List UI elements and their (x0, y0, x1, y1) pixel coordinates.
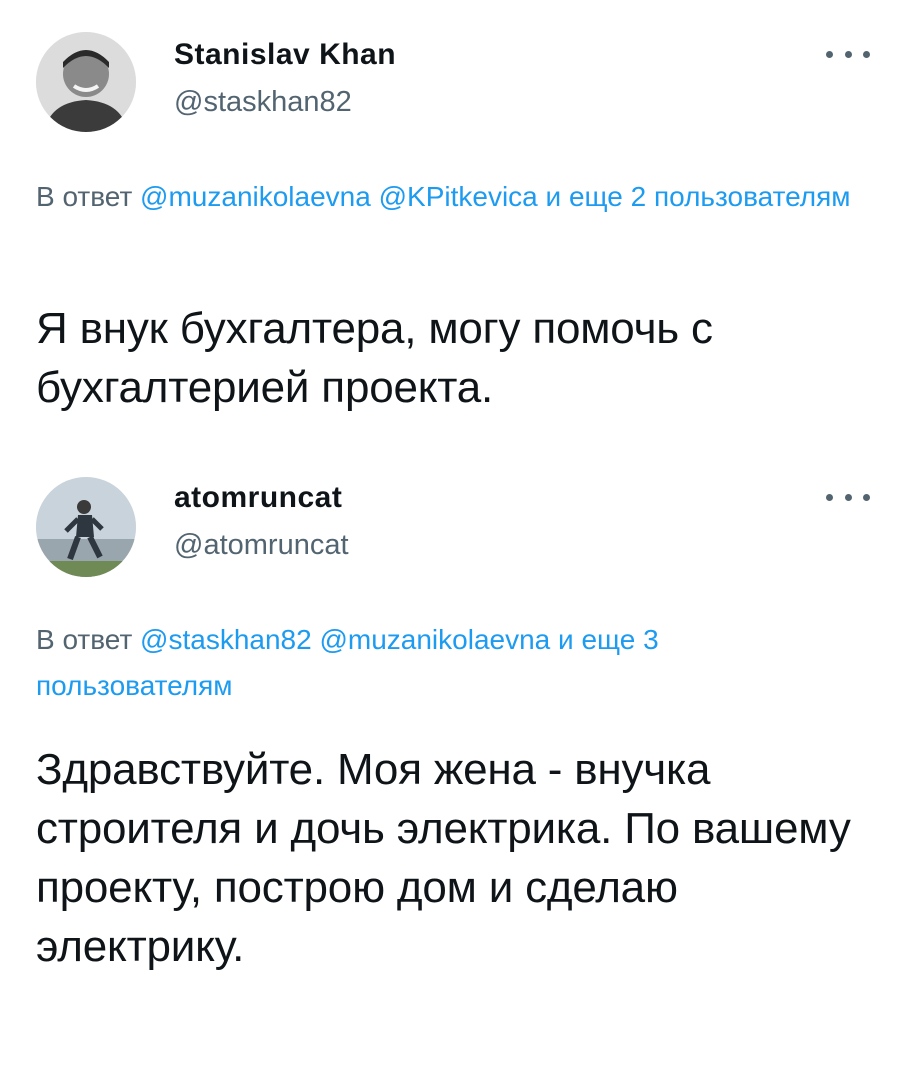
handle[interactable]: @atomruncat (174, 529, 349, 562)
mention-link[interactable]: @staskhan82 (140, 624, 312, 655)
display-name[interactable]: Stanislav Khan (174, 38, 396, 72)
more-horizontal-icon[interactable] (826, 485, 870, 509)
dot (863, 50, 870, 58)
mention-link[interactable]: @muzanikolaevna (140, 181, 371, 212)
others-link[interactable]: и еще 2 пользователям (546, 181, 851, 212)
handle[interactable]: @staskhan82 (174, 86, 352, 119)
reply-prefix: В ответ (36, 624, 133, 655)
dot (844, 493, 852, 501)
dot (826, 493, 833, 501)
mention-link[interactable]: @KPitkevica (379, 181, 538, 212)
reply-context: В ответ @muzanikolaevna @KPitkevica и ещ… (36, 174, 856, 220)
tweet-text: Здравствуйте. Моя жена - внучка строител… (36, 745, 851, 971)
reply-context: В ответ @staskhan82 @muzanikolaevna и ещ… (36, 617, 856, 709)
dot (826, 50, 833, 58)
avatar[interactable] (36, 477, 136, 577)
reply-prefix: В ответ (36, 181, 133, 212)
dot (844, 50, 852, 58)
tweet-text: Я внук бухгалтера, могу помочь с бухгалт… (36, 304, 713, 412)
mention-link[interactable]: @muzanikolaevna (319, 624, 550, 655)
more-horizontal-icon[interactable] (826, 42, 870, 66)
display-name[interactable]: atomruncat (174, 481, 342, 515)
avatar[interactable] (36, 32, 136, 132)
dot (863, 493, 870, 501)
